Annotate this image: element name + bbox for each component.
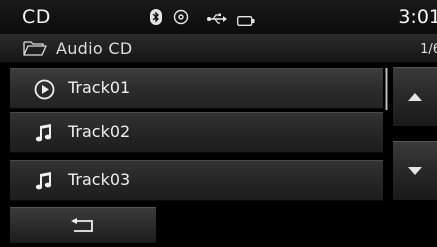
folder-title: Audio CD (56, 39, 133, 58)
status-bar: CD 3:01 (0, 0, 437, 34)
disc-icon (173, 9, 189, 29)
track-label: Track02 (68, 122, 131, 141)
return-arrow-icon (71, 218, 93, 232)
scroll-down-button[interactable] (393, 141, 437, 200)
page-indicator: 1/6 (420, 42, 437, 57)
music-note-icon (34, 123, 54, 147)
track-row-3[interactable]: Track03 (10, 160, 383, 201)
folder-icon (23, 40, 47, 60)
triangle-down-icon (408, 167, 422, 175)
clock: 3:01 (398, 6, 437, 28)
source-title: CD (22, 6, 51, 28)
scroll-up-button[interactable] (393, 67, 437, 126)
play-circle-icon (34, 79, 55, 104)
bluetooth-icon (150, 9, 162, 25)
triangle-up-icon (408, 93, 422, 101)
usb-icon (206, 10, 228, 29)
music-note-icon (34, 171, 54, 195)
track-label: Track01 (68, 78, 131, 97)
track-row-1[interactable]: Track01 (10, 68, 383, 109)
list-divider (385, 68, 388, 110)
track-row-2[interactable]: Track02 (10, 112, 383, 153)
battery-icon (237, 11, 255, 30)
folder-header: Audio CD 1/6 (0, 34, 437, 63)
track-label: Track03 (68, 170, 131, 189)
back-button[interactable] (10, 207, 156, 243)
